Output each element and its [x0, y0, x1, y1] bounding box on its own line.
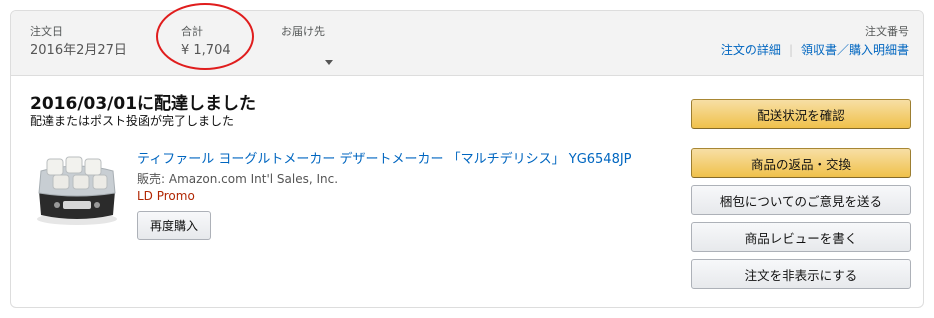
receipt-link[interactable]: 領収書／購入明細書	[801, 43, 909, 57]
buy-again-button[interactable]: 再度購入	[137, 211, 211, 240]
order-date-column: 注文日 2016年2月27日	[30, 25, 127, 60]
order-date-label: 注文日	[30, 25, 63, 38]
order-card: 注文日 2016年2月27日 合計 ¥ 1,704 お届け先 注文番号 注文の詳…	[10, 10, 924, 308]
delivery-status-subtitle: 配達またはポスト投函が完了しました	[30, 114, 235, 128]
delivery-status-title: 2016/03/01に配達しました	[30, 94, 257, 114]
hide-order-button[interactable]: 注文を非表示にする	[691, 259, 911, 289]
yogurt-maker-image	[37, 156, 117, 225]
ship-to-column[interactable]: お届け先	[281, 25, 333, 65]
product-title-link[interactable]: ティファール ヨーグルトメーカー デザートメーカー 「マルチデリシス」 YG65…	[137, 148, 632, 167]
return-replace-button[interactable]: 商品の返品・交換	[691, 148, 911, 178]
ship-to-label: お届け先	[281, 25, 325, 38]
write-review-button[interactable]: 商品レビューを書く	[691, 222, 911, 252]
packaging-feedback-button[interactable]: 梱包についてのご意見を送る	[691, 185, 911, 215]
order-number-label: 注文番号	[865, 25, 909, 38]
annotation-circle	[156, 3, 254, 70]
link-divider: |	[788, 43, 793, 57]
order-date-value: 2016年2月27日	[30, 43, 127, 58]
order-details-link[interactable]: 注文の詳細	[721, 43, 781, 57]
track-package-button[interactable]: 配送状況を確認	[691, 99, 911, 129]
order-header: 注文日 2016年2月27日 合計 ¥ 1,704 お届け先 注文番号 注文の詳…	[11, 11, 923, 76]
product-image[interactable]	[33, 151, 121, 227]
promo-label: LD Promo	[137, 189, 195, 203]
seller-info: 販売: Amazon.com Int'l Sales, Inc.	[137, 172, 339, 186]
order-number-column: 注文番号 注文の詳細 | 領収書／購入明細書	[721, 25, 909, 58]
order-links: 注文の詳細 | 領収書／購入明細書	[721, 42, 909, 58]
chevron-down-icon[interactable]	[325, 60, 333, 65]
